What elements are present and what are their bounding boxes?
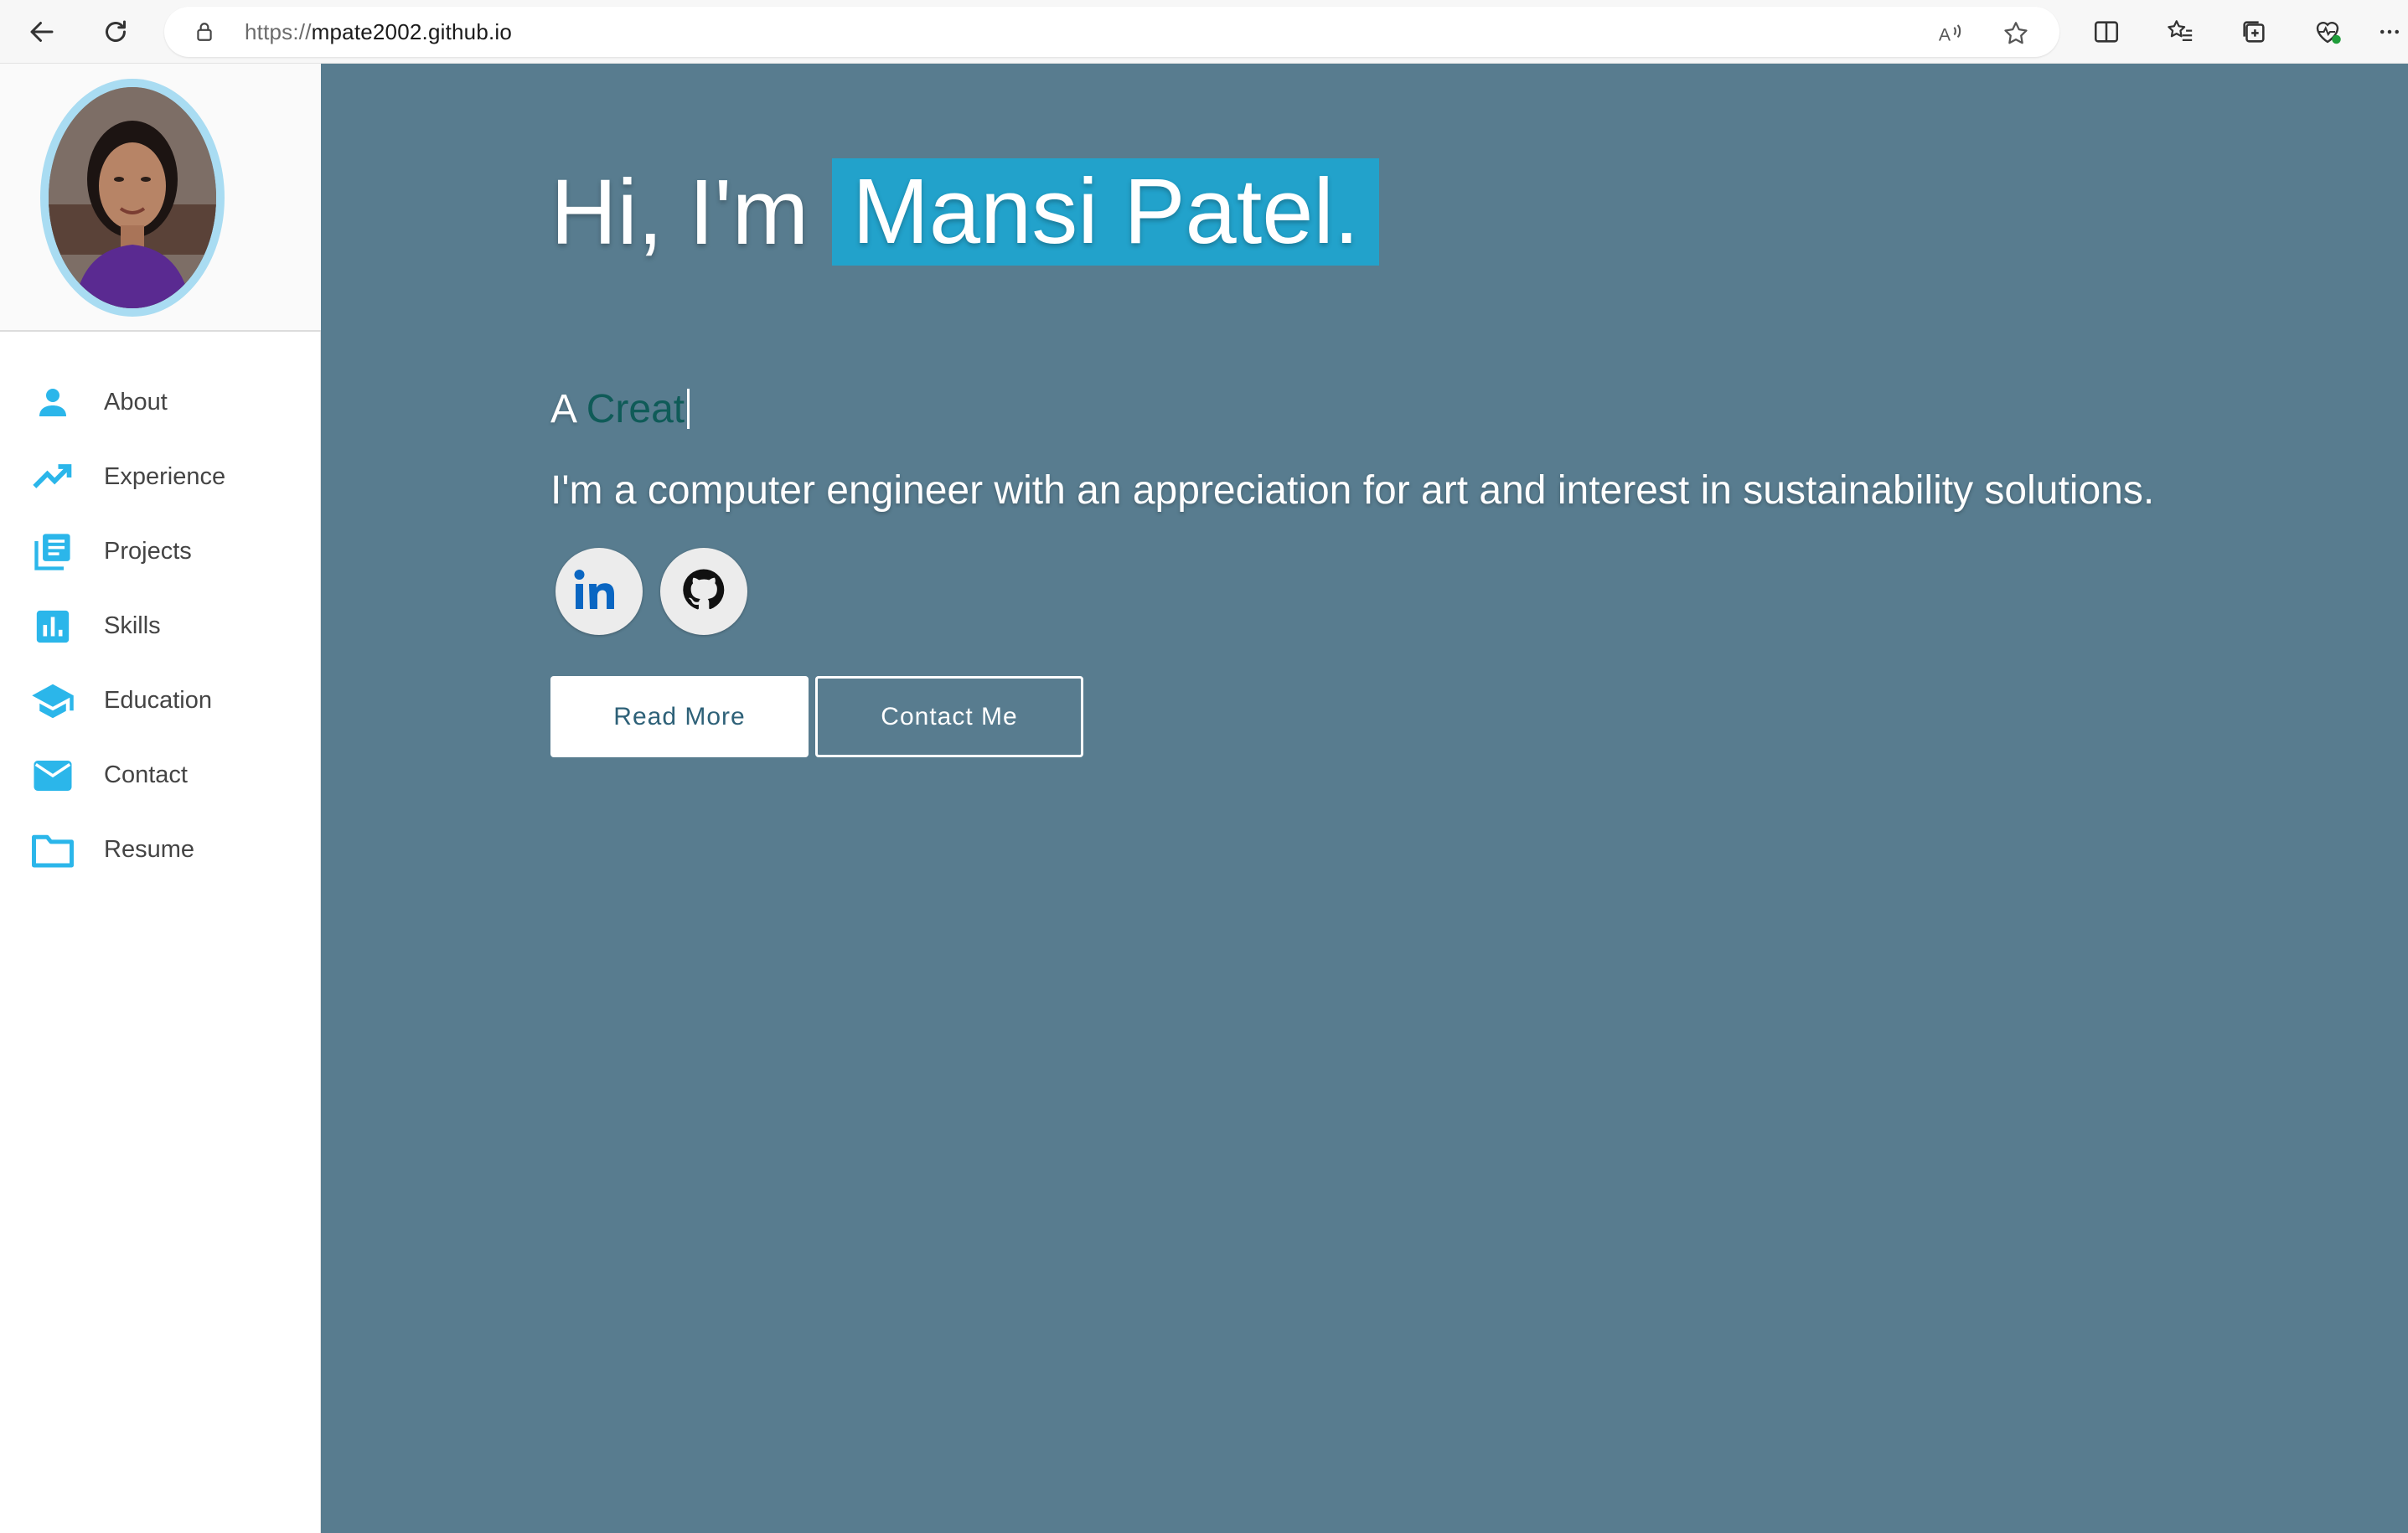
linkedin-icon: [572, 567, 626, 617]
svg-text:A: A: [1939, 25, 1951, 45]
sidebar-item-skills[interactable]: Skills: [0, 589, 321, 663]
sidebar-item-label: Resume: [104, 836, 194, 863]
avatar: [40, 79, 225, 317]
profile-section: [0, 64, 321, 332]
sidebar-item-about[interactable]: About: [0, 365, 321, 440]
trending-up-icon: [30, 455, 75, 500]
hero-greeting: Hi, I'm: [550, 160, 809, 264]
linkedin-link[interactable]: [555, 548, 643, 635]
favorites-list-icon[interactable]: [2160, 12, 2200, 52]
sidebar-item-projects[interactable]: Projects: [0, 514, 321, 589]
graduation-cap-icon: [30, 679, 75, 724]
refresh-icon[interactable]: [96, 12, 136, 52]
browser-essentials-icon[interactable]: [2307, 12, 2348, 52]
star-icon[interactable]: [1999, 17, 2033, 50]
person-icon: [30, 380, 75, 426]
sidebar-item-label: Education: [104, 687, 212, 714]
read-more-button[interactable]: Read More: [550, 676, 809, 757]
sidebar-item-label: Contact: [104, 761, 188, 788]
sidebar-item-resume[interactable]: Resume: [0, 813, 321, 887]
typed-prefix: A: [550, 387, 576, 431]
lock-icon[interactable]: [193, 20, 216, 44]
profile-photo: [49, 87, 216, 308]
hero-tagline: I'm a computer engineer with an apprecia…: [550, 468, 2155, 513]
library-books-icon: [30, 529, 75, 575]
url-text[interactable]: https://mpate2002.github.io: [245, 7, 512, 57]
address-bar[interactable]: https://mpate2002.github.io A: [164, 7, 2059, 57]
hero-name: Mansi Patel.: [832, 158, 1380, 266]
typing-cursor: [687, 389, 690, 429]
collections-icon[interactable]: [2234, 12, 2274, 52]
sidebar-item-experience[interactable]: Experience: [0, 440, 321, 514]
contact-me-button[interactable]: Contact Me: [815, 676, 1083, 757]
sidebar-item-label: Projects: [104, 538, 192, 565]
typed-line: A Creat: [550, 386, 690, 432]
url-host: mpate2002.github.io: [311, 19, 513, 44]
sidebar-item-contact[interactable]: Contact: [0, 738, 321, 813]
bar-chart-icon: [30, 604, 75, 649]
sidebar: About Experience Projects Skills Educati…: [0, 64, 321, 1533]
sidebar-nav: About Experience Projects Skills Educati…: [0, 365, 321, 887]
typed-text: Creat: [586, 387, 685, 431]
sidebar-item-label: Skills: [104, 612, 161, 639]
folder-icon: [30, 828, 75, 873]
sidebar-item-education[interactable]: Education: [0, 663, 321, 738]
sidebar-item-label: Experience: [104, 463, 226, 490]
hero-title: Hi, I'm Mansi Patel.: [550, 157, 1380, 266]
hero-section: Hi, I'm Mansi Patel. A Creat I'm a compu…: [321, 64, 2408, 1533]
url-protocol: https://: [245, 19, 312, 44]
sidebar-item-label: About: [104, 389, 168, 416]
more-icon[interactable]: [2373, 12, 2406, 52]
github-link[interactable]: [660, 548, 747, 635]
browser-toolbar: https://mpate2002.github.io A: [0, 0, 2408, 64]
mail-icon: [30, 753, 75, 798]
read-aloud-icon[interactable]: A: [1934, 17, 1967, 50]
split-screen-icon[interactable]: [2086, 12, 2126, 52]
github-icon: [680, 566, 727, 617]
back-arrow-icon[interactable]: [22, 12, 62, 52]
